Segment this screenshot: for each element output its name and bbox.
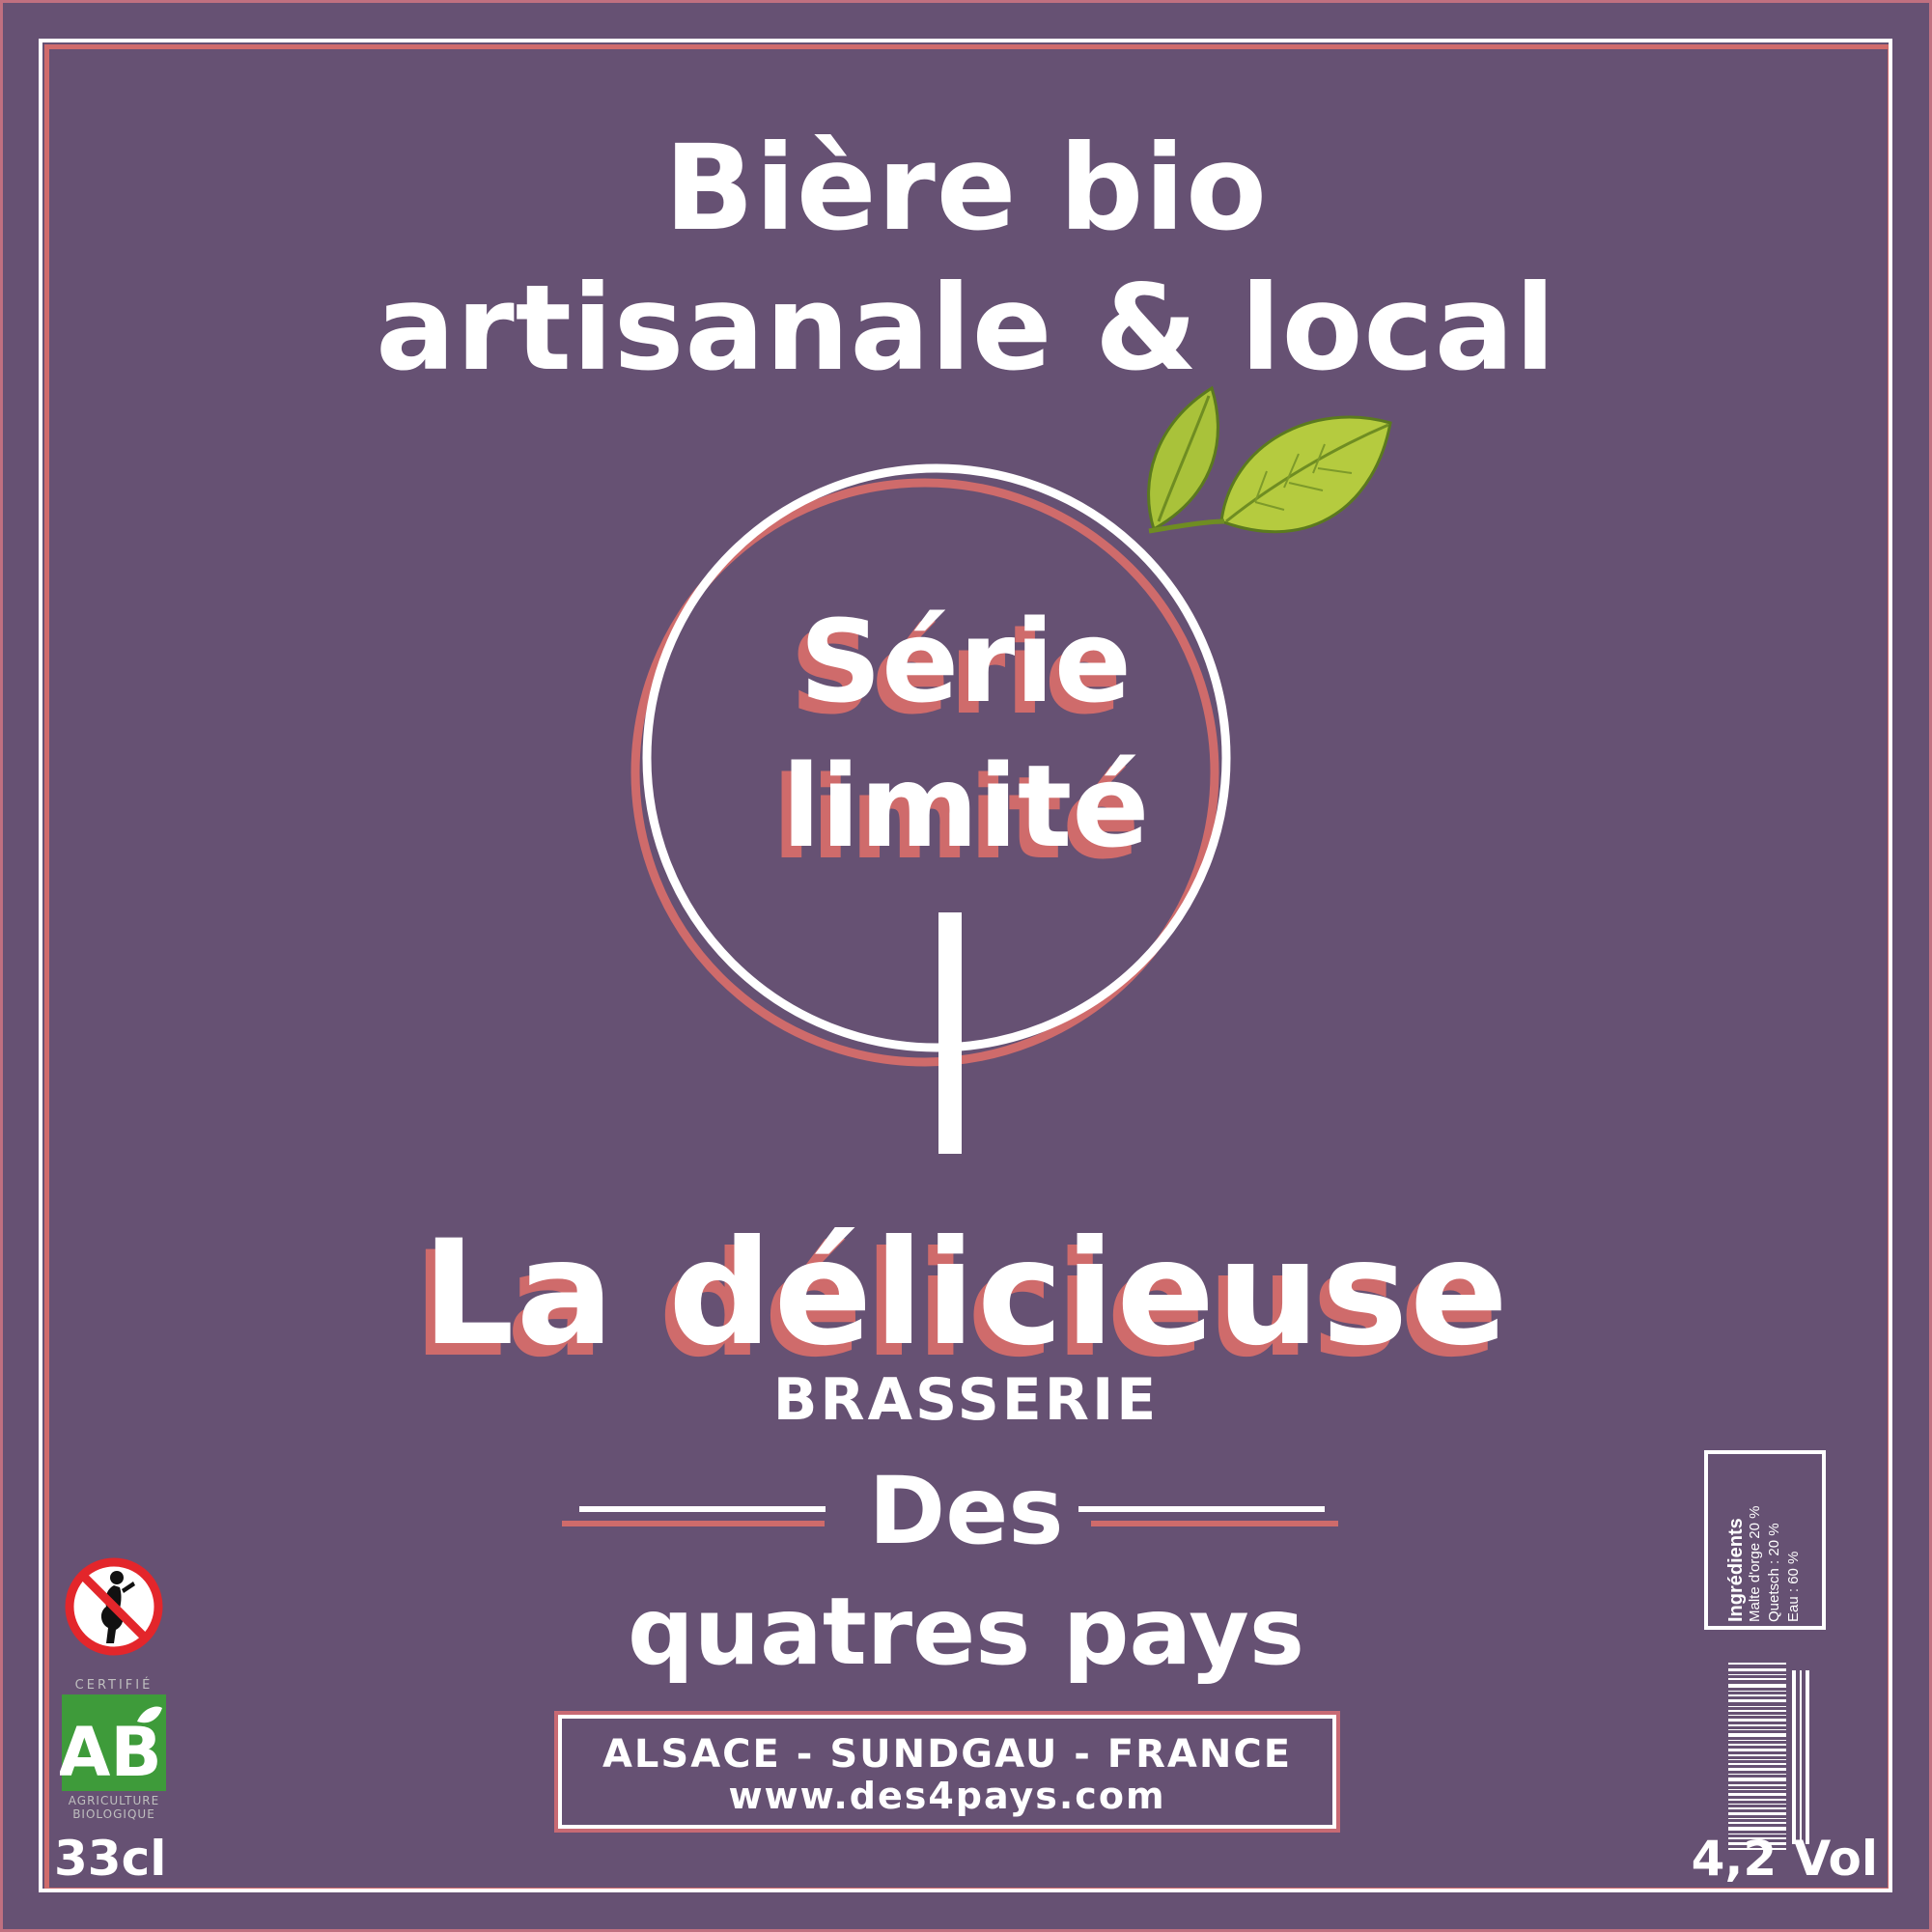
ingredients-box: Ingrédients Malte d'orge 20 % Quetsch : … [1704,1450,1826,1630]
info-box: ALSACE - SUNDGAU - FRANCE www.des4pays.c… [558,1715,1336,1829]
website-text: www.des4pays.com [728,1775,1166,1817]
product-name: La délicieuse [422,1210,1510,1378]
ab-logo-mark: AB [60,1713,162,1792]
ingredients-list: Ingrédients Malte d'orge 20 % Quetsch : … [1725,1458,1804,1622]
leaf-icon [1147,385,1392,534]
volume-text: 33cl [54,1831,167,1887]
emblem-stem [938,912,962,1154]
barcode [1728,1663,1809,1850]
limited-series-line-2: limité [781,740,1150,873]
ingredient-item: Eau : 60 % [1785,1551,1802,1622]
beer-label: Bière bio artisanale & local Série limit… [0,0,1932,1932]
ab-logo-bottom-text-1: AGRICULTURE [69,1794,159,1807]
brewery-prefix: BRASSERIE [772,1366,1160,1434]
ingredient-item: Quetsch : 20 % [1766,1523,1782,1622]
ab-logo-top-text: CERTIFIÉ [75,1677,154,1693]
brewery-name-line-2: quatres pays [627,1578,1304,1686]
ab-logo-bottom-text-2: BIOLOGIQUE [72,1807,155,1820]
limited-series-line-1: Série [799,595,1132,728]
ab-organic-logo: CERTIFIÉ AB AGRICULTURE BIOLOGIQUE [60,1677,166,1820]
ingredients-title: Ingrédients [1725,1518,1747,1622]
region-text: ALSACE - SUNDGAU - FRANCE [602,1732,1293,1777]
ingredient-item: Malte d'orge 20 % [1747,1505,1763,1622]
brewery-name-line-1: Des [868,1457,1064,1565]
pregnancy-warning-icon [65,1557,163,1656]
